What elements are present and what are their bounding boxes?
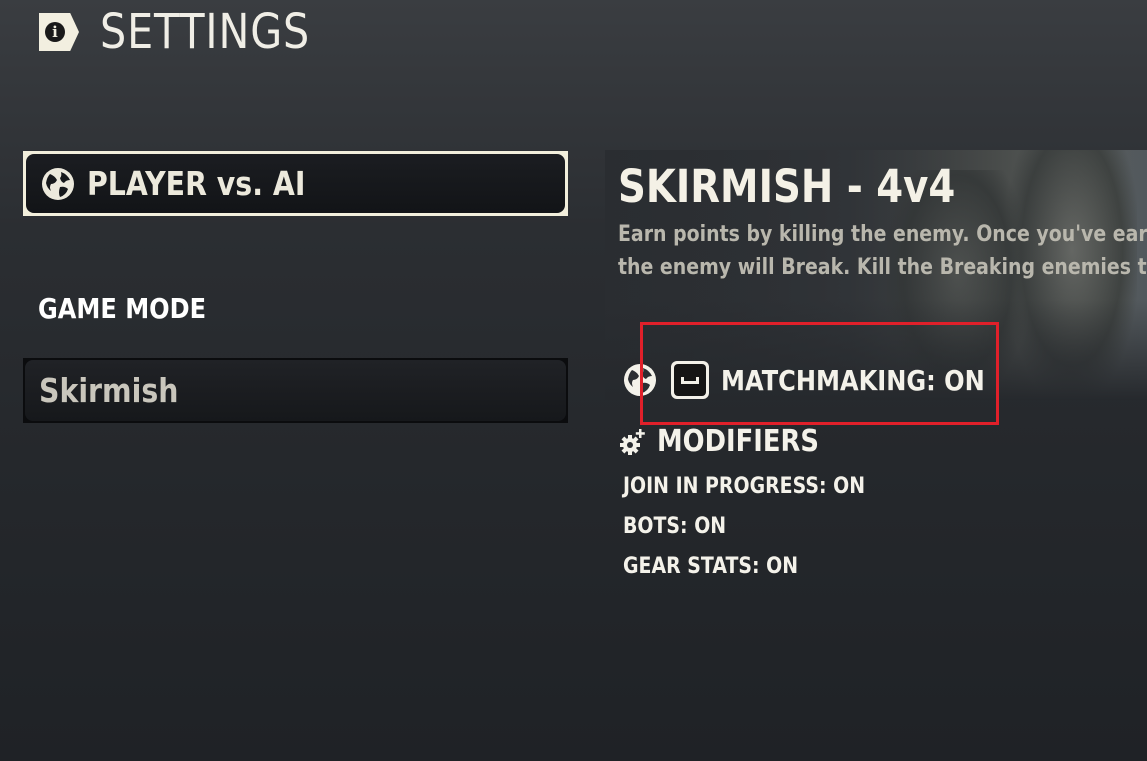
info-icon: i [39,13,79,51]
modifier-gear-stats: GEAR STATS: ON [623,554,799,579]
modifiers-header: MODIFIERS [619,424,845,459]
modifier-join-in-progress: JOIN IN PROGRESS: ON [623,474,866,499]
game-mode-selector[interactable]: Skirmish [23,358,568,423]
modifier-bots: BOTS: ON [623,514,727,539]
game-mode-description: Earn points by killing the enemy. Once y… [618,218,1147,284]
play-mode-label: PLAYER vs. AI [87,164,306,203]
game-mode-value: Skirmish [39,371,179,410]
modifiers-title: MODIFIERS [657,424,819,459]
gear-plus-icon [620,428,645,455]
globe-icon [42,167,74,200]
description-line-2: the enemy will Break. Kill the Breaking … [618,255,1147,280]
play-mode-selector[interactable]: PLAYER vs. AI [23,151,568,216]
game-mode-title: SKIRMISH - 4v4 [618,160,956,213]
description-line-1: Earn points by killing the enemy. Once y… [618,222,1147,247]
highlight-box [640,322,999,425]
game-mode-heading: GAME MODE [38,292,207,325]
page-title: SETTINGS [100,4,311,60]
